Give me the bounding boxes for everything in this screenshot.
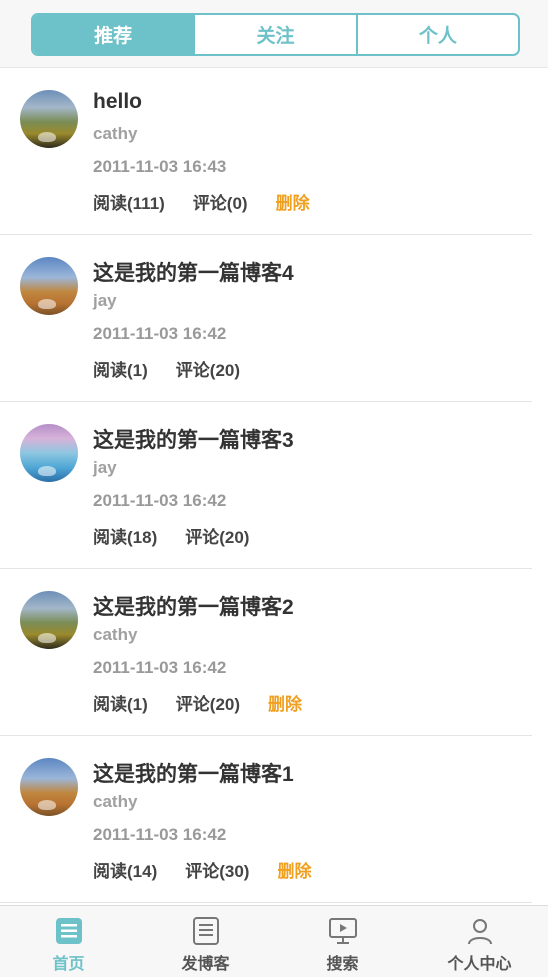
tab-search[interactable]: 搜索 [274,906,411,977]
avatar[interactable] [20,424,78,482]
post-title[interactable]: 这是我的第一篇博客3 [93,424,294,454]
delete-button[interactable]: 删除 [277,857,311,882]
post-item[interactable]: 这是我的第一篇博客3 jay 2011-11-03 16:42 阅读(18) 评… [0,402,532,569]
read-count: 阅读(1) [93,361,148,380]
post-author: jay [93,291,117,310]
comment-count[interactable]: 评论(20) [176,356,240,381]
read-count: 阅读(1) [93,695,148,714]
post-time: 2011-11-03 16:43 [93,157,227,176]
tab-search-label: 搜索 [326,956,359,973]
segmented-control: 推荐 关注 个人 [31,13,520,56]
post-meta: 阅读(111) 评论(0) 删除 [93,189,310,214]
segment-recommend[interactable]: 推荐 [33,15,194,54]
segment-personal[interactable]: 个人 [355,15,518,54]
home-list-icon [55,918,82,944]
post-meta: 阅读(14) 评论(30) 删除 [93,857,311,882]
post-author: cathy [93,792,138,811]
comment-count[interactable]: 评论(20) [176,690,240,715]
post-time: 2011-11-03 16:42 [93,324,227,343]
post-item[interactable]: 这是我的第一篇博客2 cathy 2011-11-03 16:42 阅读(1) … [0,569,532,736]
post-title[interactable]: hello [93,90,142,114]
tab-compose[interactable]: 发博客 [137,906,274,977]
post-title[interactable]: 这是我的第一篇博客4 [93,257,294,287]
delete-button[interactable]: 删除 [268,690,302,715]
post-item[interactable]: 这是我的第一篇博客4 jay 2011-11-03 16:42 阅读(1) 评论… [0,235,532,402]
tab-profile-label: 个人中心 [447,956,512,973]
tab-compose-label: 发博客 [181,956,230,973]
post-item[interactable]: 这是我的第一篇博客1 cathy 2011-11-03 16:42 阅读(14)… [0,736,532,903]
bottom-tab-bar: 首页 发博客 搜索 个人中心 [0,905,548,977]
segment-following[interactable]: 关注 [193,15,355,54]
tab-home[interactable]: 首页 [0,906,137,977]
post-time: 2011-11-03 16:42 [93,825,227,844]
post-item[interactable]: hello cathy 2011-11-03 16:43 阅读(111) 评论(… [0,68,532,235]
read-count: 阅读(18) [93,528,158,547]
avatar[interactable] [20,591,78,649]
avatar[interactable] [20,257,78,315]
read-count: 阅读(111) [93,194,165,213]
avatar[interactable] [20,90,78,148]
post-time: 2011-11-03 16:42 [93,658,227,677]
post-title[interactable]: 这是我的第一篇博客2 [93,591,294,621]
avatar[interactable] [20,758,78,816]
post-author: cathy [93,625,138,644]
post-meta: 阅读(1) 评论(20) [93,356,240,381]
post-meta: 阅读(18) 评论(20) [93,523,249,548]
post-list: hello cathy 2011-11-03 16:43 阅读(111) 评论(… [0,68,548,903]
delete-button[interactable]: 删除 [276,189,310,214]
post-author: cathy [93,124,138,143]
comment-count[interactable]: 评论(20) [185,523,249,548]
post-time: 2011-11-03 16:42 [93,491,227,510]
comment-count[interactable]: 评论(0) [193,189,248,214]
post-title[interactable]: 这是我的第一篇博客1 [93,758,294,788]
read-count: 阅读(14) [93,862,158,881]
tab-profile[interactable]: 个人中心 [411,906,548,977]
screen-play-icon [328,918,357,944]
user-icon [467,919,492,945]
compose-icon [192,917,219,945]
post-meta: 阅读(1) 评论(20) 删除 [93,690,302,715]
top-bar: 推荐 关注 个人 [0,0,548,68]
comment-count[interactable]: 评论(30) [185,857,249,882]
tab-home-label: 首页 [52,956,85,973]
post-author: jay [93,458,117,477]
